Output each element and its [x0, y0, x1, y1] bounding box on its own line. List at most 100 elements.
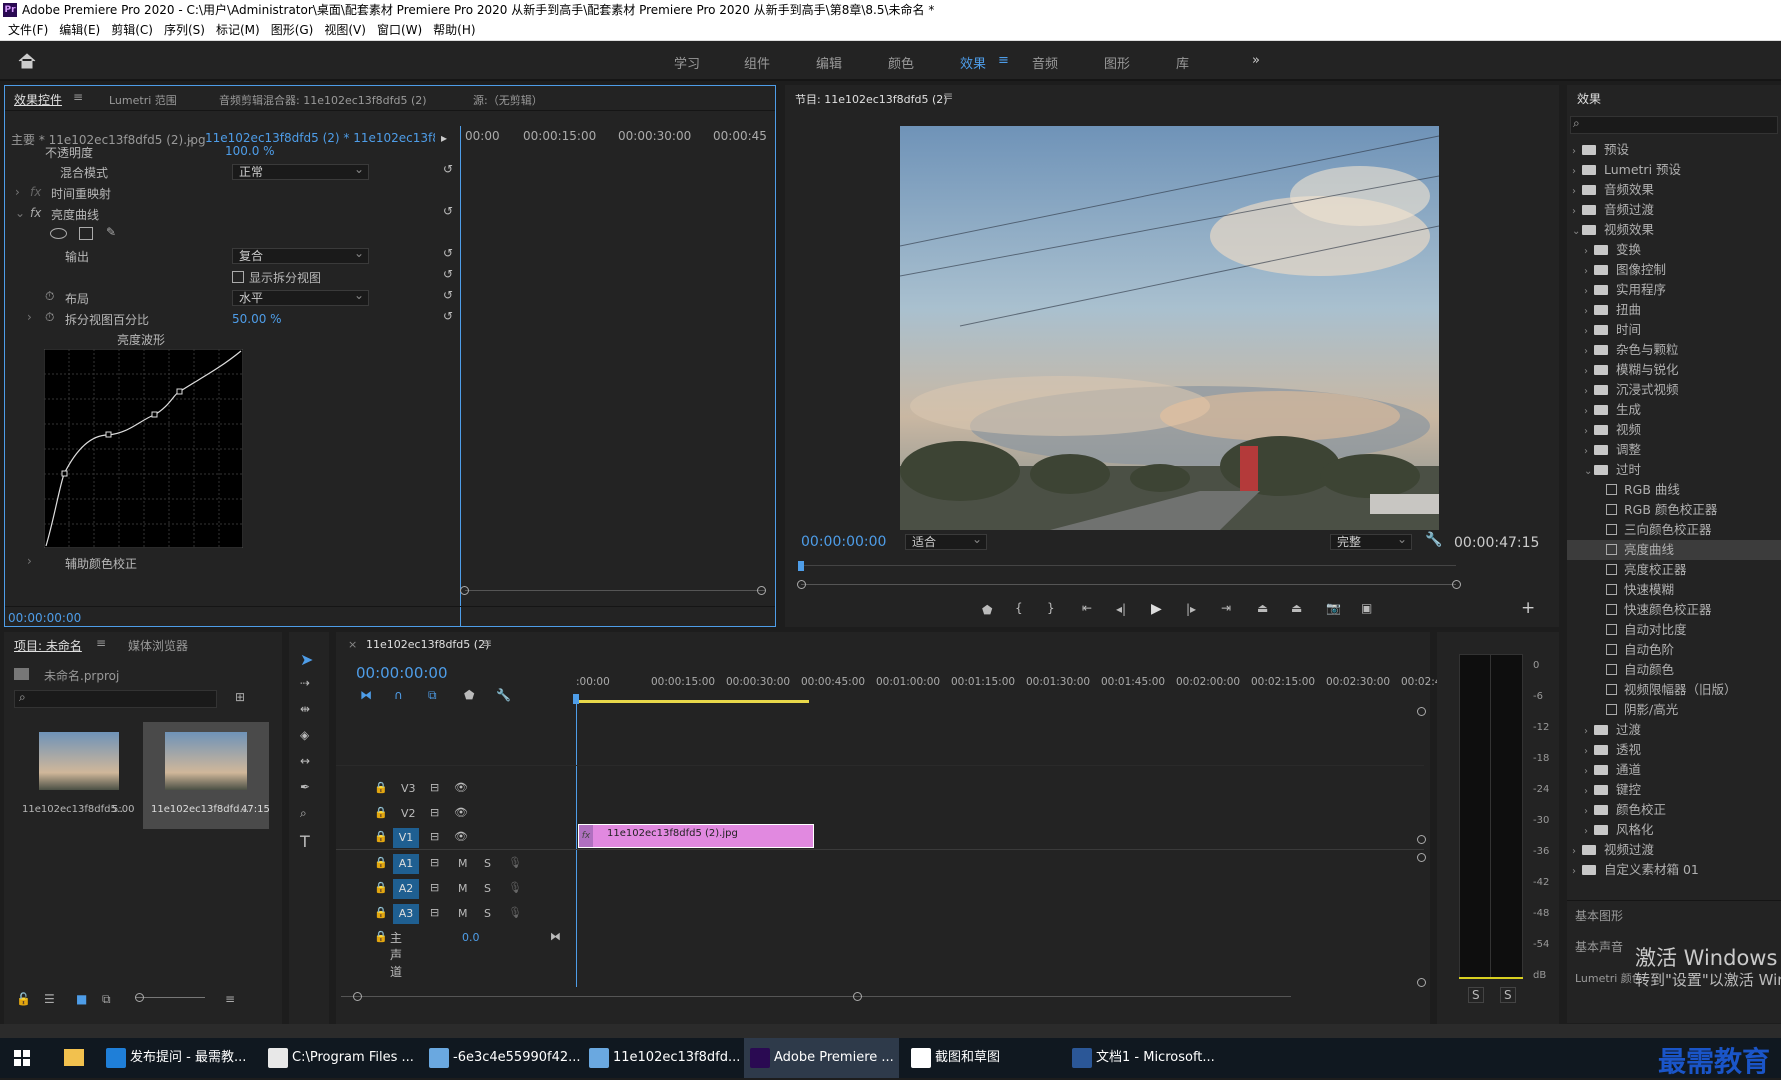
- type-tool-icon[interactable]: T: [300, 832, 310, 851]
- mute-button[interactable]: M: [458, 882, 468, 895]
- effect-folder[interactable]: ⌄ 过时: [1567, 460, 1781, 480]
- chevron-right-icon[interactable]: ›: [1584, 362, 1594, 382]
- track-select-tool-icon[interactable]: ⇢: [300, 676, 310, 690]
- button-editor-icon[interactable]: +: [1521, 598, 1535, 618]
- new-bin-icon[interactable]: ⊞: [235, 690, 245, 704]
- effect-item[interactable]: 视频限幅器（旧版）: [1567, 680, 1781, 700]
- timeline-ruler[interactable]: :00:00 00:00:15:00 00:00:30:00 00:00:45:00 0…: [576, 676, 1452, 694]
- solo-button[interactable]: S: [484, 857, 491, 870]
- chevron-right-icon[interactable]: ›: [1584, 342, 1594, 362]
- linked-selection-icon[interactable]: ⧉: [428, 688, 437, 703]
- playback-quality-dropdown[interactable]: 完整: [1330, 532, 1412, 550]
- tab-menu-icon[interactable]: ≡: [73, 90, 83, 104]
- chevron-right-icon[interactable]: ›: [1584, 762, 1594, 782]
- effect-item[interactable]: 阴影/高光: [1567, 700, 1781, 720]
- freeform-view-icon[interactable]: ⧉: [102, 992, 111, 1007]
- effect-folder[interactable]: › 变换: [1567, 240, 1781, 260]
- video-scroll-bottom-handle[interactable]: [1417, 835, 1426, 844]
- menu-edit[interactable]: 编辑(E): [59, 23, 100, 37]
- meter-solo-left[interactable]: S: [1468, 987, 1484, 1003]
- mark-out-icon[interactable]: }: [1047, 601, 1055, 615]
- effect-folder[interactable]: › 生成: [1567, 400, 1781, 420]
- panel-lumetri-color[interactable]: Lumetri 颜色: [1575, 970, 1643, 986]
- file-explorer-icon[interactable]: [64, 1049, 84, 1066]
- effect-folder[interactable]: › 扭曲: [1567, 300, 1781, 320]
- reset-icon[interactable]: ↺: [443, 309, 453, 323]
- fx-toggle-icon[interactable]: fx: [30, 206, 41, 220]
- workspace-color[interactable]: 颜色: [888, 53, 914, 72]
- menu-view[interactable]: 视图(V): [324, 23, 366, 37]
- windows-start-icon[interactable]: [14, 1050, 30, 1066]
- lock-icon[interactable]: 🔓: [16, 992, 31, 1006]
- master-go-to-end-icon[interactable]: ⧓: [550, 930, 561, 943]
- ellipse-mask-icon[interactable]: [50, 228, 67, 239]
- blend-mode-dropdown[interactable]: 正常: [232, 162, 369, 180]
- zoom-fit-dropdown[interactable]: 适合: [905, 532, 987, 550]
- chevron-right-icon[interactable]: ›: [1584, 282, 1594, 302]
- secondary-chevron-icon[interactable]: ›: [27, 554, 32, 568]
- ec-scroll-left-handle[interactable]: [460, 586, 469, 595]
- chevron-down-icon[interactable]: ⌄: [1572, 222, 1582, 242]
- effect-folder[interactable]: › 透视: [1567, 740, 1781, 760]
- chevron-right-icon[interactable]: ›: [1584, 302, 1594, 322]
- selection-tool-icon[interactable]: ➤: [300, 650, 313, 669]
- project-search-input[interactable]: [14, 690, 217, 708]
- menu-help[interactable]: 帮助(H): [433, 23, 475, 37]
- home-icon[interactable]: [18, 53, 36, 69]
- sequence-menu-icon[interactable]: ≡: [482, 636, 492, 650]
- track-label[interactable]: V1: [393, 828, 419, 848]
- sync-lock-icon[interactable]: ⊟: [430, 881, 439, 894]
- tab-project[interactable]: 项目: 未命名: [14, 637, 82, 654]
- audio-scroll-top-handle[interactable]: [1417, 853, 1426, 862]
- icon-view-icon[interactable]: ■: [76, 992, 87, 1006]
- taskbar-app-button[interactable]: -6e3c4e55990f42...: [423, 1038, 581, 1078]
- comparison-view-icon[interactable]: ▣: [1361, 601, 1372, 615]
- tab-media-browser[interactable]: 媒体浏览器: [128, 637, 188, 654]
- master-volume-value[interactable]: 0.0: [462, 931, 480, 944]
- chevron-right-icon[interactable]: ›: [1584, 382, 1594, 402]
- effect-folder[interactable]: › 时间: [1567, 320, 1781, 340]
- chevron-right-icon[interactable]: ›: [1584, 422, 1594, 442]
- effect-folder[interactable]: › 自定义素材箱 01: [1567, 860, 1781, 880]
- chevron-right-icon[interactable]: ›: [1584, 402, 1594, 422]
- menu-clip[interactable]: 剪辑(C): [111, 23, 153, 37]
- wrench-settings-icon[interactable]: 🔧: [1425, 532, 1442, 548]
- mute-button[interactable]: M: [458, 907, 468, 920]
- split-pct-chevron-icon[interactable]: ›: [27, 310, 32, 324]
- effect-item[interactable]: 自动色阶: [1567, 640, 1781, 660]
- taskbar-app-button[interactable]: 发布提问 - 最需教...: [100, 1038, 255, 1078]
- slip-tool-icon[interactable]: ↔: [300, 754, 310, 768]
- stopwatch-icon[interactable]: ⏱: [45, 289, 54, 304]
- workspace-libraries[interactable]: 库: [1176, 53, 1189, 72]
- sync-lock-icon[interactable]: ⊟: [430, 906, 439, 919]
- nest-toggle-icon[interactable]: ⧓: [360, 688, 372, 702]
- ec-scroll-right-handle[interactable]: [757, 586, 766, 595]
- master-clip-label[interactable]: 主要 * 11e102ec13f8dfd5 (2).jpg: [11, 131, 206, 148]
- reset-icon[interactable]: ↺: [443, 162, 453, 176]
- chevron-right-icon[interactable]: ›: [1584, 782, 1594, 802]
- timeline-timecode[interactable]: 00:00:00:00: [356, 664, 448, 682]
- program-time-ruler[interactable]: [801, 565, 1456, 566]
- effect-folder[interactable]: › 调整: [1567, 440, 1781, 460]
- effect-item[interactable]: 自动颜色: [1567, 660, 1781, 680]
- chevron-right-icon[interactable]: ›: [1584, 242, 1594, 262]
- effect-folder[interactable]: › 模糊与锐化: [1567, 360, 1781, 380]
- chevron-right-icon[interactable]: ›: [1584, 262, 1594, 282]
- effect-folder[interactable]: › 过渡: [1567, 720, 1781, 740]
- taskbar-app-button[interactable]: C:\Program Files ...: [262, 1038, 417, 1078]
- effect-folder[interactable]: › 音频过渡: [1567, 200, 1781, 220]
- tab-lumetri-scopes[interactable]: Lumetri 范围: [109, 92, 177, 108]
- chevron-right-icon[interactable]: ›: [1584, 802, 1594, 822]
- reset-icon[interactable]: ↺: [443, 204, 453, 218]
- voice-over-mic-icon[interactable]: 🎙: [508, 856, 522, 869]
- sync-lock-icon[interactable]: ⊟: [430, 856, 439, 869]
- opacity-value[interactable]: 100.0 %: [225, 144, 275, 158]
- audio-scroll-bottom-handle[interactable]: [1417, 978, 1426, 987]
- menu-graphics[interactable]: 图形(G): [271, 23, 314, 37]
- workspace-menu-icon[interactable]: ≡: [998, 53, 1009, 68]
- effect-item[interactable]: 亮度曲线: [1567, 540, 1781, 560]
- split-pct-value[interactable]: 50.00 %: [232, 312, 282, 326]
- play-only-icon[interactable]: ▸: [441, 131, 447, 145]
- project-item-selected[interactable]: 11e102ec13f8dfd... 47:15: [143, 722, 270, 829]
- effect-folder[interactable]: › 杂色与颗粒: [1567, 340, 1781, 360]
